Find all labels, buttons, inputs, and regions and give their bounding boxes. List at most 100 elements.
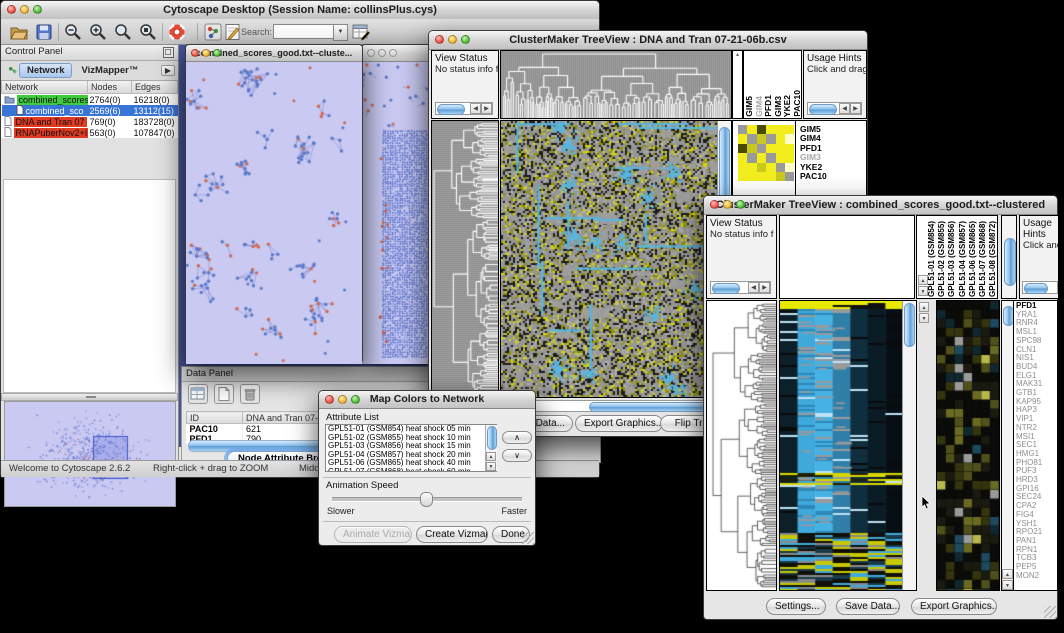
attribute-browser-icon[interactable] — [351, 22, 371, 42]
zoom-button[interactable] — [389, 49, 397, 57]
treeview1-title-bar[interactable]: ClusterMaker TreeView : DNA and Tran 07-… — [429, 31, 867, 50]
zoom-selected-icon[interactable] — [138, 22, 158, 42]
row-dendrogram-canvas[interactable] — [707, 301, 776, 590]
scrollbar-thumb[interactable] — [1003, 306, 1014, 326]
zoom-out-icon[interactable] — [63, 22, 83, 42]
scroll-left-arrow[interactable]: ◀ — [839, 103, 850, 114]
zoom-heatmap-pane[interactable] — [936, 300, 1000, 591]
zoom-in-icon[interactable] — [88, 22, 108, 42]
scroll-right-arrow[interactable]: ▶ — [759, 282, 770, 293]
scroll-right-arrow[interactable]: ▶ — [481, 103, 492, 114]
speed-slider-thumb[interactable] — [420, 492, 433, 507]
scroll-up-arrow[interactable]: ▲ — [919, 302, 929, 312]
export-graphics-button[interactable]: Export Graphics... — [911, 598, 997, 615]
attribute-list[interactable]: GPL51-01 (GSM854) heat shock 05 minGPL51… — [325, 424, 497, 472]
search-dropdown-button[interactable]: ▼ — [333, 24, 348, 41]
close-button[interactable] — [710, 200, 719, 209]
row-dendrogram-pane[interactable] — [431, 120, 499, 398]
tab-vizmapper[interactable]: VizMapper™ — [74, 64, 145, 77]
close-button[interactable] — [325, 395, 334, 404]
new-attribute-icon[interactable] — [214, 384, 234, 404]
create-vizmap-button[interactable]: Create Vizmap — [416, 526, 488, 543]
main-title-bar[interactable]: Cytoscape Desktop (Session Name: collins… — [1, 1, 599, 20]
column-label[interactable]: GPL51-07 (GSM868) — [978, 221, 988, 297]
zoom-vscrollbar[interactable]: ▲ ▼ — [1001, 300, 1014, 591]
gene-label[interactable]: MON2 — [1016, 572, 1057, 581]
attribute-table-icon[interactable] — [188, 384, 208, 404]
zoom-heatmap-matrix[interactable] — [738, 125, 794, 181]
close-button[interactable] — [367, 49, 375, 57]
column-dendrogram-canvas[interactable] — [501, 51, 731, 118]
tab-network[interactable]: Network — [19, 63, 72, 78]
column-header[interactable]: Nodes — [88, 81, 132, 94]
minimize-button[interactable] — [202, 49, 210, 57]
scroll-down-arrow[interactable]: ▼ — [919, 313, 929, 323]
zoom-button[interactable] — [351, 395, 360, 404]
labels-scroll-up-arrow[interactable]: ▲ — [918, 275, 928, 285]
minimize-button[interactable] — [378, 49, 386, 57]
view-status-scrollbar[interactable]: ◀ ▶ — [435, 102, 493, 115]
gene-label[interactable]: PAC10 — [800, 172, 827, 181]
close-button[interactable] — [435, 35, 444, 44]
column-dendrogram-pane[interactable] — [779, 215, 915, 299]
scrollbar-thumb[interactable] — [809, 104, 837, 115]
zoom-button[interactable] — [213, 49, 221, 57]
column-label[interactable]: GPL51-01 (GSM854) — [927, 221, 937, 297]
scroll-right-arrow[interactable]: ▶ — [850, 103, 861, 114]
scroll-down-arrow[interactable]: ▼ — [1002, 580, 1013, 590]
minimize-button[interactable] — [723, 200, 732, 209]
tabs-overflow-button[interactable]: ▶ — [161, 65, 175, 76]
zoom-heatmap-canvas[interactable] — [937, 301, 999, 590]
export-graphics-button[interactable]: Export Graphics... — [575, 415, 663, 432]
scroll-up-arrow[interactable]: ▲ — [1002, 569, 1013, 579]
open-file-icon[interactable] — [9, 22, 29, 42]
treeview2-title-bar[interactable]: ClusterMaker TreeView : combined_scores_… — [704, 196, 1057, 215]
settings-button[interactable]: Settings... — [766, 598, 826, 615]
usage-hints-scrollbar[interactable] — [1022, 281, 1058, 294]
minimize-button[interactable] — [338, 395, 347, 404]
column-label[interactable]: GPL51-04 (GSM857) — [958, 221, 968, 297]
close-button[interactable] — [191, 49, 199, 57]
column-dendrogram-pane[interactable] — [500, 50, 732, 119]
scroll-up-arrow[interactable]: ▲ — [486, 452, 496, 461]
global-heatmap-pane[interactable] — [500, 120, 732, 398]
scrollbar-thumb[interactable] — [487, 426, 497, 450]
global-heatmap-pane[interactable] — [779, 300, 917, 591]
resize-grip[interactable] — [522, 532, 534, 544]
usage-hints-scrollbar[interactable]: ◀ ▶ — [807, 102, 862, 115]
network-overview-canvas[interactable] — [4, 401, 176, 507]
column-label[interactable]: GPL51-03 (GSM856) — [947, 221, 957, 297]
column-label[interactable]: GPL51-02 (GSM855) — [937, 221, 947, 297]
scrollbar-thumb[interactable] — [1004, 238, 1016, 286]
heatmap-canvas[interactable] — [780, 301, 903, 590]
column-header[interactable]: Network — [2, 81, 88, 94]
move-down-button[interactable]: ∨ — [502, 449, 532, 462]
column-label[interactable]: GPL51-08 (GSM872) — [988, 221, 998, 297]
save-data-button[interactable]: Save Data... — [836, 598, 900, 615]
labels-scroll-down-arrow[interactable]: ▼ — [918, 286, 928, 296]
zoom-button[interactable] — [736, 200, 745, 209]
scroll-up-arrow[interactable]: ▴ — [733, 51, 742, 58]
attr-column-header[interactable]: ID — [187, 412, 243, 424]
delete-trash-icon[interactable] — [240, 384, 260, 404]
zoom-button[interactable] — [33, 5, 42, 14]
panel-splitter[interactable] — [1, 393, 178, 401]
window-title-bar[interactable]: combined_scores_good.txt--cluste... — [186, 45, 362, 62]
network-row[interactable]: combined_scores 2764(0) 16218(0) — [2, 94, 178, 106]
view-status-scrollbar[interactable]: ◀ ▶ — [710, 281, 771, 294]
heatmap-vscrollbar[interactable] — [902, 301, 916, 590]
zoom-fit-icon[interactable] — [113, 22, 133, 42]
network-row[interactable]: DNA and Tran 07 769(0) 183728(0) — [2, 116, 178, 127]
minimize-button[interactable] — [448, 35, 457, 44]
scroll-left-arrow[interactable]: ◀ — [748, 282, 759, 293]
labels-vscrollbar[interactable] — [1001, 215, 1017, 299]
vizmapper-icon[interactable] — [203, 22, 223, 42]
resize-grip[interactable] — [1044, 606, 1056, 618]
column-header[interactable]: Edges — [132, 81, 178, 94]
minimize-button[interactable] — [20, 5, 29, 14]
heatmap-canvas[interactable] — [501, 121, 717, 397]
attribute-list-scrollbar[interactable]: ▲ ▼ — [485, 425, 497, 471]
save-icon[interactable] — [34, 22, 54, 42]
help-lifesaver-icon[interactable] — [167, 22, 187, 42]
animate-vizmap-button[interactable]: Animate Vizmap — [334, 526, 412, 543]
